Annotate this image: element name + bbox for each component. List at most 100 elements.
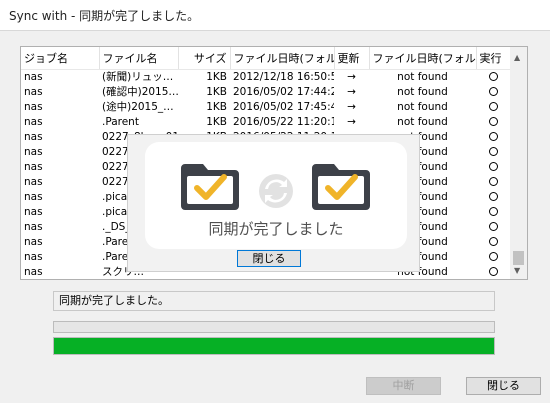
cell-update: → — [347, 115, 356, 128]
popup-close-button[interactable]: 閉じる — [237, 250, 301, 267]
title-bar: Sync with - 同期が完了しました。 — [0, 0, 550, 30]
table-row[interactable]: nasスクリーンショ…1KB2016/07/11 10:50:22→not fo… — [21, 280, 511, 281]
sync-complete-message: 同期が完了しました — [208, 220, 344, 238]
cell-execute — [476, 190, 511, 205]
cell-execute — [476, 85, 511, 100]
cell-job: nas — [24, 220, 43, 233]
column-header-source-date[interactable]: ファイル日時(フォル… — [230, 47, 335, 70]
cell-size: 1KB — [206, 85, 227, 98]
cell-execute — [476, 100, 511, 115]
cell-execute — [476, 130, 511, 145]
column-header-filename[interactable]: ファイル名 — [99, 47, 179, 70]
cell-target-date: not found — [397, 70, 448, 83]
execute-circle-icon — [489, 251, 498, 261]
cell-execute — [476, 115, 511, 130]
cell-job: nas — [24, 70, 43, 83]
execute-circle-icon — [489, 236, 498, 246]
cell-job: nas — [24, 265, 43, 278]
source-folder-check-icon — [181, 164, 239, 210]
total-progress-bar — [53, 337, 495, 355]
execute-circle-icon — [489, 146, 498, 156]
cell-execute — [476, 145, 511, 160]
close-button[interactable]: 閉じる — [466, 377, 541, 395]
cell-target-date: not found — [369, 280, 476, 281]
cell-execute — [476, 280, 511, 281]
cell-execute — [476, 160, 511, 175]
execute-circle-icon — [489, 101, 498, 111]
window-title: Sync with - 同期が完了しました。 — [9, 9, 200, 23]
table-row[interactable]: nas (新聞)リュッ… 1KB 2012/12/18 16:50:51 → not fo… — [21, 69, 511, 85]
column-header-size[interactable]: サイズ — [178, 47, 231, 70]
cell-filename: (新聞)リュッ… — [102, 70, 174, 83]
cell-source-date: 2016/07/11 10:50:22 — [230, 280, 334, 281]
cell-update: → — [347, 85, 356, 98]
execute-circle-icon — [489, 206, 498, 216]
file-progress-bar — [53, 321, 495, 333]
cell-source-date: 2016/05/02 17:45:47 — [233, 100, 334, 113]
cell-job: nas — [24, 205, 43, 218]
execute-circle-icon — [489, 116, 498, 126]
cell-target-date: not found — [397, 115, 448, 128]
cell-job: nas — [24, 190, 43, 203]
execute-circle-icon — [489, 191, 498, 201]
cell-size: 1KB — [206, 115, 227, 128]
cell-job: nas — [24, 175, 43, 188]
cell-execute — [476, 205, 511, 220]
execute-circle-icon — [489, 176, 498, 186]
sync-icon — [259, 174, 293, 208]
cell-execute — [476, 265, 511, 280]
table-row[interactable]: nas (確認中)2015… 1KB 2016/05/02 17:44:28 → not … — [21, 85, 511, 100]
cell-job: nas — [21, 280, 99, 281]
table-row[interactable]: nas .Parent 1KB 2016/05/22 11:20:13 → not fou… — [21, 115, 511, 130]
cell-job: nas — [24, 100, 43, 113]
scrollbar-thumb[interactable] — [513, 251, 524, 265]
table-row[interactable]: nas (途中)2015_… 1KB 2016/05/02 17:45:47 → not … — [21, 100, 511, 115]
cell-execute — [476, 235, 511, 250]
sync-complete-panel: 同期が完了しました — [145, 142, 407, 249]
column-header-update[interactable]: 更新 — [334, 47, 370, 70]
cell-job: nas — [24, 235, 43, 248]
cell-execute — [476, 69, 511, 85]
abort-button[interactable]: 中断 — [366, 377, 441, 395]
cell-target-date: not found — [397, 100, 448, 113]
column-header-target-date[interactable]: ファイル日時(フォル… — [369, 47, 477, 70]
cell-source-date: 2012/12/18 16:50:51 — [233, 70, 334, 83]
execute-circle-icon — [489, 86, 498, 96]
cell-update: → — [347, 100, 356, 113]
cell-filename: .Parent — [102, 115, 139, 128]
table-header-row: ジョブ名 ファイル名 サイズ ファイル日時(フォル… 更新 ファイル日時(フォル… — [21, 47, 512, 70]
cell-size: 1KB — [206, 70, 227, 83]
status-text-field: 同期が完了しました。 — [53, 291, 495, 311]
vertical-scrollbar[interactable]: ▲ ▼ — [510, 47, 527, 279]
cell-job: nas — [24, 250, 43, 263]
cell-filename: (途中)2015_… — [102, 100, 174, 113]
execute-circle-icon — [489, 131, 498, 141]
cell-filename: (確認中)2015… — [102, 85, 178, 98]
column-header-job[interactable]: ジョブ名 — [21, 47, 100, 70]
sync-complete-popup: 同期が完了しました 閉じる — [127, 134, 420, 272]
column-header-execute[interactable]: 実行 — [476, 47, 512, 70]
cell-size: 1KB — [178, 280, 230, 281]
execute-circle-icon — [489, 266, 498, 276]
cell-update: → — [334, 280, 369, 281]
cell-job: nas — [24, 130, 43, 143]
scroll-up-icon[interactable]: ▲ — [514, 53, 520, 62]
cell-job: nas — [24, 145, 43, 158]
scroll-down-icon[interactable]: ▼ — [514, 266, 520, 275]
cell-job: nas — [24, 115, 43, 128]
cell-execute — [476, 220, 511, 235]
cell-execute — [476, 175, 511, 190]
cell-job: nas — [24, 160, 43, 173]
cell-job: nas — [24, 85, 43, 98]
execute-circle-icon — [489, 161, 498, 171]
target-folder-check-icon — [312, 164, 370, 210]
cell-target-date: not found — [397, 85, 448, 98]
cell-size: 1KB — [206, 100, 227, 113]
execute-circle-icon — [489, 221, 498, 231]
cell-execute — [476, 250, 511, 265]
cell-update: → — [347, 70, 356, 83]
cell-filename: スクリーンショ… — [99, 280, 178, 281]
execute-circle-icon — [489, 71, 498, 81]
cell-source-date: 2016/05/22 11:20:13 — [233, 115, 334, 128]
cell-source-date: 2016/05/02 17:44:28 — [233, 85, 334, 98]
